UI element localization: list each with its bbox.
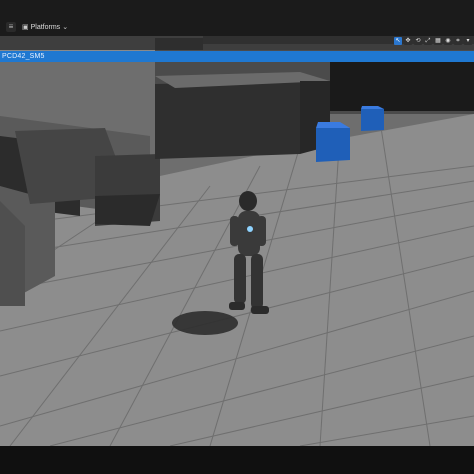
top-toolbar: ≡ ▣ Platforms ⌄ xyxy=(0,0,474,37)
viewport-tools: ↖ ✥ ⟲ ⤢ ▦ ◉ ⌗ ▾ xyxy=(394,37,472,45)
menu-icon[interactable]: ≡ xyxy=(6,22,16,32)
rotate-icon[interactable]: ⟲ xyxy=(414,37,422,45)
bottom-bar xyxy=(0,446,474,474)
scale-icon[interactable]: ⤢ xyxy=(424,37,432,45)
scene xyxy=(0,36,474,446)
chevron-down-icon: ⌄ xyxy=(62,24,69,31)
platforms-label: Platforms xyxy=(30,23,61,31)
blue-cube-2 xyxy=(361,109,384,131)
snap-icon[interactable]: ▦ xyxy=(434,37,442,45)
blue-cube-1 xyxy=(316,128,350,162)
platform-icon: ▣ xyxy=(22,24,29,31)
center-platform-front xyxy=(155,81,300,159)
select-icon[interactable]: ↖ xyxy=(394,37,402,45)
selection-label: PCD42_SM5 xyxy=(2,53,45,60)
more-icon[interactable]: ▾ xyxy=(464,37,472,45)
selection-bar xyxy=(0,51,474,62)
camera-icon[interactable]: ◉ xyxy=(444,37,452,45)
grid-icon[interactable]: ⌗ xyxy=(454,37,462,45)
character-shadow xyxy=(172,311,238,335)
left-slab-bottom xyxy=(95,194,160,226)
move-icon[interactable]: ✥ xyxy=(404,37,412,45)
dark-wall xyxy=(330,61,474,111)
platforms-dropdown[interactable]: ▣ Platforms ⌄ xyxy=(19,22,71,32)
level-viewport[interactable] xyxy=(0,36,474,446)
